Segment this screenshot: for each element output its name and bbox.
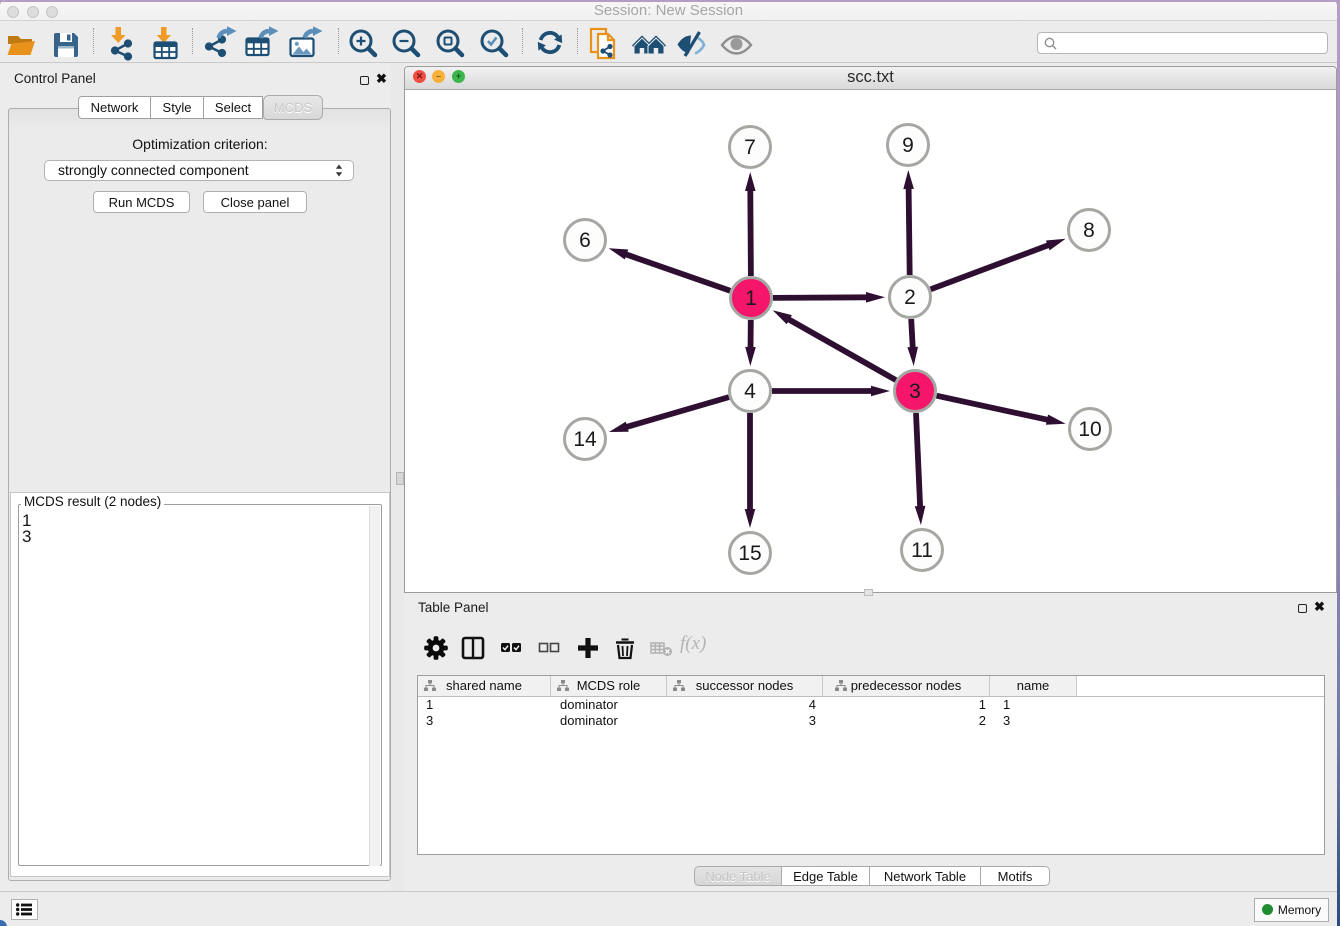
svg-text:2: 2 bbox=[904, 286, 916, 309]
svg-text:11: 11 bbox=[911, 539, 933, 562]
svg-text:6: 6 bbox=[579, 229, 591, 252]
svg-text:15: 15 bbox=[738, 542, 761, 565]
svg-text:14: 14 bbox=[573, 428, 597, 451]
svg-text:8: 8 bbox=[1083, 219, 1095, 242]
svg-text:10: 10 bbox=[1078, 418, 1101, 441]
svg-text:1: 1 bbox=[745, 287, 757, 310]
svg-text:3: 3 bbox=[909, 380, 921, 403]
svg-text:4: 4 bbox=[744, 380, 756, 403]
svg-text:7: 7 bbox=[744, 136, 756, 159]
svg-text:9: 9 bbox=[902, 134, 914, 157]
